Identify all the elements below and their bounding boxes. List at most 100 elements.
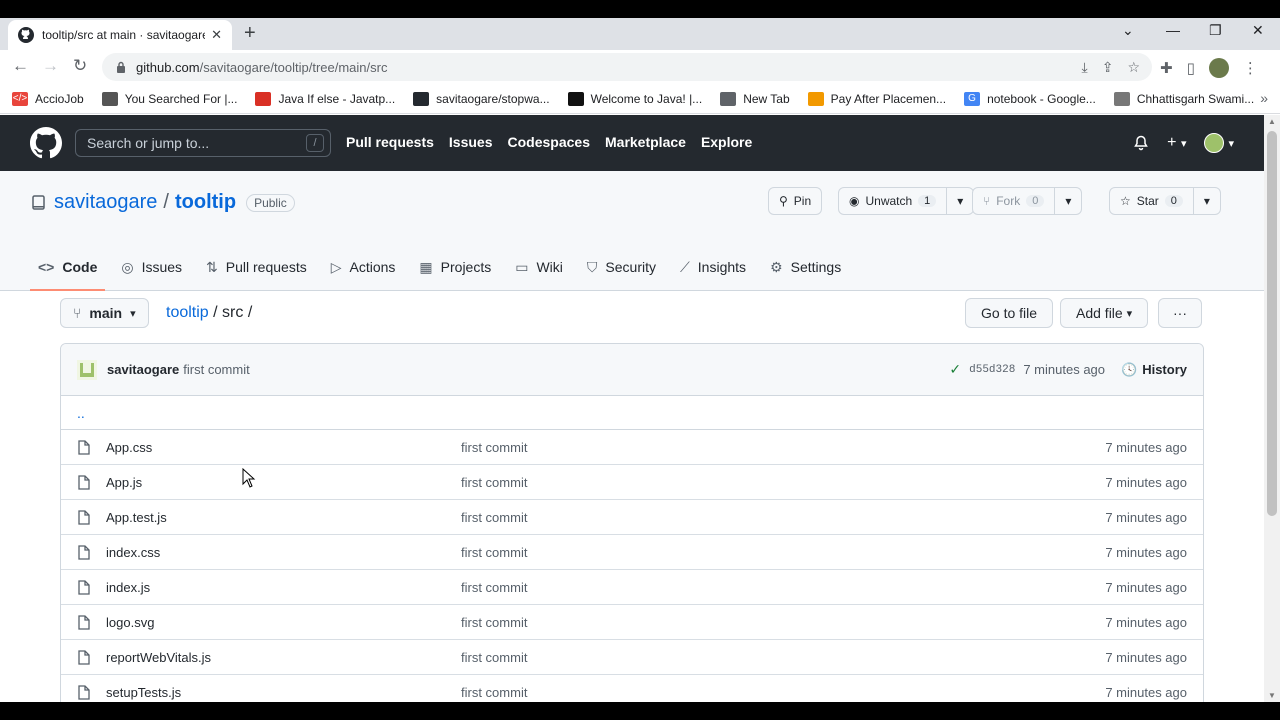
file-commit-age: 7 minutes ago bbox=[1105, 475, 1187, 490]
extensions-puzzle-icon[interactable]: ✚ bbox=[1160, 59, 1173, 77]
page-scrollbar[interactable]: ▲ ▼ bbox=[1264, 115, 1280, 702]
bookmark-label: savitaogare/stopwa... bbox=[436, 91, 550, 106]
global-nav-issues[interactable]: Issues bbox=[449, 134, 493, 150]
bookmark-item[interactable]: New Tab bbox=[720, 91, 790, 106]
tab-label: Security bbox=[605, 259, 656, 275]
notifications-bell-icon[interactable] bbox=[1133, 135, 1149, 151]
tab-close-icon[interactable]: ✕ bbox=[211, 27, 222, 43]
global-search-input[interactable]: Search or jump to... / bbox=[75, 129, 331, 157]
unwatch-button[interactable]: ◉ Unwatch 1 ▾ bbox=[838, 187, 975, 215]
restore-icon[interactable]: ❐ bbox=[1209, 22, 1222, 39]
file-commit-message-link[interactable]: first commit bbox=[461, 510, 527, 525]
bookmark-item[interactable]: Pay After Placemen... bbox=[807, 91, 946, 106]
back-icon[interactable]: ← bbox=[12, 56, 29, 76]
bookmark-item[interactable]: Gnotebook - Google... bbox=[964, 91, 1096, 106]
check-icon[interactable]: ✓ bbox=[949, 361, 961, 378]
create-new-icon[interactable]: + ▾ bbox=[1167, 134, 1186, 152]
global-nav-pull-requests[interactable]: Pull requests bbox=[346, 134, 434, 150]
commit-sha-link[interactable]: d55d328 bbox=[969, 364, 1015, 376]
tab-issues[interactable]: ◎ Issues bbox=[121, 243, 182, 291]
browser-tab[interactable]: tooltip/src at main · savitaogare/ ✕ bbox=[8, 20, 232, 50]
scroll-down-arrow-icon[interactable]: ▼ bbox=[1268, 691, 1276, 700]
address-bar[interactable]: github.com/savitaogare/tooltip/tree/main… bbox=[102, 53, 1152, 81]
repo-owner-link[interactable]: savitaogare bbox=[54, 191, 157, 214]
github-logo-icon[interactable] bbox=[30, 127, 62, 159]
branch-selector[interactable]: ⑂ main ▾ bbox=[60, 298, 149, 328]
tab-settings[interactable]: ⚙ Settings bbox=[770, 243, 841, 291]
side-panel-icon[interactable]: ▯ bbox=[1187, 59, 1195, 77]
window-close-icon[interactable]: ✕ bbox=[1252, 22, 1264, 39]
file-commit-message-link[interactable]: first commit bbox=[461, 545, 527, 560]
repo-name-link[interactable]: tooltip bbox=[175, 191, 236, 214]
commit-message-link[interactable]: first commit bbox=[183, 362, 249, 377]
bookmark-item[interactable]: Chhattisgarh Swami... bbox=[1113, 91, 1254, 106]
pin-button[interactable]: ⚲ Pin bbox=[768, 187, 823, 215]
reload-icon[interactable]: ↻ bbox=[73, 56, 87, 76]
file-commit-message-link[interactable]: first commit bbox=[461, 685, 527, 700]
file-name-link[interactable]: setupTests.js bbox=[106, 685, 181, 700]
add-file-button[interactable]: Add file ▾ bbox=[1060, 298, 1149, 328]
file-commit-message-link[interactable]: first commit bbox=[461, 615, 527, 630]
tab-projects[interactable]: ▦ Projects bbox=[419, 243, 491, 291]
profile-avatar[interactable] bbox=[1208, 58, 1229, 78]
scrollbar-thumb[interactable] bbox=[1267, 131, 1277, 516]
bookmark-item[interactable]: You Searched For |... bbox=[101, 91, 237, 106]
pin-label: Pin bbox=[793, 194, 812, 208]
tab-insights[interactable]: ⟋ Insights bbox=[680, 243, 746, 291]
history-link[interactable]: 🕓 History bbox=[1121, 362, 1187, 378]
bookmark-item[interactable]: </> AccioJob bbox=[12, 91, 84, 106]
file-name-link[interactable]: reportWebVitals.js bbox=[106, 650, 211, 665]
tab-label: Code bbox=[62, 259, 98, 275]
fork-button[interactable]: ⑂ Fork 0 ▾ bbox=[972, 187, 1083, 215]
user-menu[interactable]: ▾ bbox=[1204, 133, 1234, 153]
file-name-link[interactable]: index.js bbox=[106, 580, 150, 595]
star-button[interactable]: ☆ Star 0 ▾ bbox=[1109, 187, 1221, 215]
bookmark-favicon-icon bbox=[255, 91, 272, 106]
bookmark-item[interactable]: Java If else - Javatp... bbox=[255, 91, 395, 106]
tab-actions[interactable]: ▷ Actions bbox=[331, 243, 396, 291]
author-avatar-icon[interactable] bbox=[77, 359, 97, 380]
file-commit-message-link[interactable]: first commit bbox=[461, 650, 527, 665]
history-label: History bbox=[1142, 362, 1187, 377]
breadcrumb: tooltip / src / bbox=[166, 304, 252, 322]
file-name-link[interactable]: logo.svg bbox=[106, 615, 154, 630]
bookmark-star-icon[interactable]: ☆ bbox=[1127, 59, 1140, 76]
commit-author-link[interactable]: savitaogare bbox=[107, 362, 179, 377]
branch-name: main bbox=[89, 305, 123, 321]
global-nav-codespaces[interactable]: Codespaces bbox=[508, 134, 590, 150]
tab-search-chevron-icon[interactable]: ⌄ bbox=[1122, 22, 1134, 39]
file-name-link[interactable]: index.css bbox=[106, 545, 160, 560]
unwatch-dropdown[interactable]: ▾ bbox=[946, 188, 973, 214]
go-to-file-button[interactable]: Go to file bbox=[965, 298, 1054, 328]
chrome-menu-icon[interactable]: ⋮ bbox=[1243, 59, 1258, 77]
tab-code[interactable]: <> Code bbox=[29, 243, 106, 291]
fork-dropdown[interactable]: ▾ bbox=[1054, 188, 1081, 214]
install-app-icon[interactable]: ⤓ bbox=[1082, 59, 1088, 76]
bookmark-item[interactable]: savitaogare/stopwa... bbox=[413, 91, 550, 106]
tab-security[interactable]: ⛉ Security bbox=[587, 243, 656, 291]
scroll-up-arrow-icon[interactable]: ▲ bbox=[1268, 117, 1276, 126]
file-name-link[interactable]: App.js bbox=[106, 475, 142, 490]
file-name-link[interactable]: App.test.js bbox=[106, 510, 167, 525]
file-commit-message-link[interactable]: first commit bbox=[461, 475, 527, 490]
global-nav-marketplace[interactable]: Marketplace bbox=[605, 134, 686, 150]
forward-icon[interactable]: → bbox=[42, 56, 59, 76]
file-name-link[interactable]: App.css bbox=[106, 440, 152, 455]
more-options-button[interactable]: ··· bbox=[1158, 298, 1202, 328]
share-icon[interactable]: ⇪ bbox=[1102, 59, 1114, 76]
tab-pull-requests[interactable]: ⇅ Pull requests bbox=[206, 243, 307, 291]
actions-icon: ▷ bbox=[330, 258, 342, 275]
file-rows: App.css first commit 7 minutes ago App.js fi… bbox=[61, 430, 1203, 702]
star-dropdown[interactable]: ▾ bbox=[1192, 188, 1220, 214]
tab-wiki[interactable]: ▭ Wiki bbox=[515, 243, 563, 291]
table-row: setupTests.js first commit 7 minutes ago bbox=[61, 675, 1203, 702]
breadcrumb-root-link[interactable]: tooltip bbox=[166, 304, 209, 321]
bookmarks-overflow-icon[interactable]: » bbox=[1260, 90, 1268, 106]
minimize-icon[interactable]: — bbox=[1166, 22, 1180, 38]
file-commit-message-link[interactable]: first commit bbox=[461, 440, 527, 455]
file-commit-message-link[interactable]: first commit bbox=[461, 580, 527, 595]
global-nav-explore[interactable]: Explore bbox=[701, 134, 752, 150]
parent-directory-link[interactable]: .. bbox=[61, 396, 1203, 430]
new-tab-icon[interactable]: + bbox=[244, 23, 256, 43]
bookmark-item[interactable]: Welcome to Java! |... bbox=[567, 91, 702, 106]
